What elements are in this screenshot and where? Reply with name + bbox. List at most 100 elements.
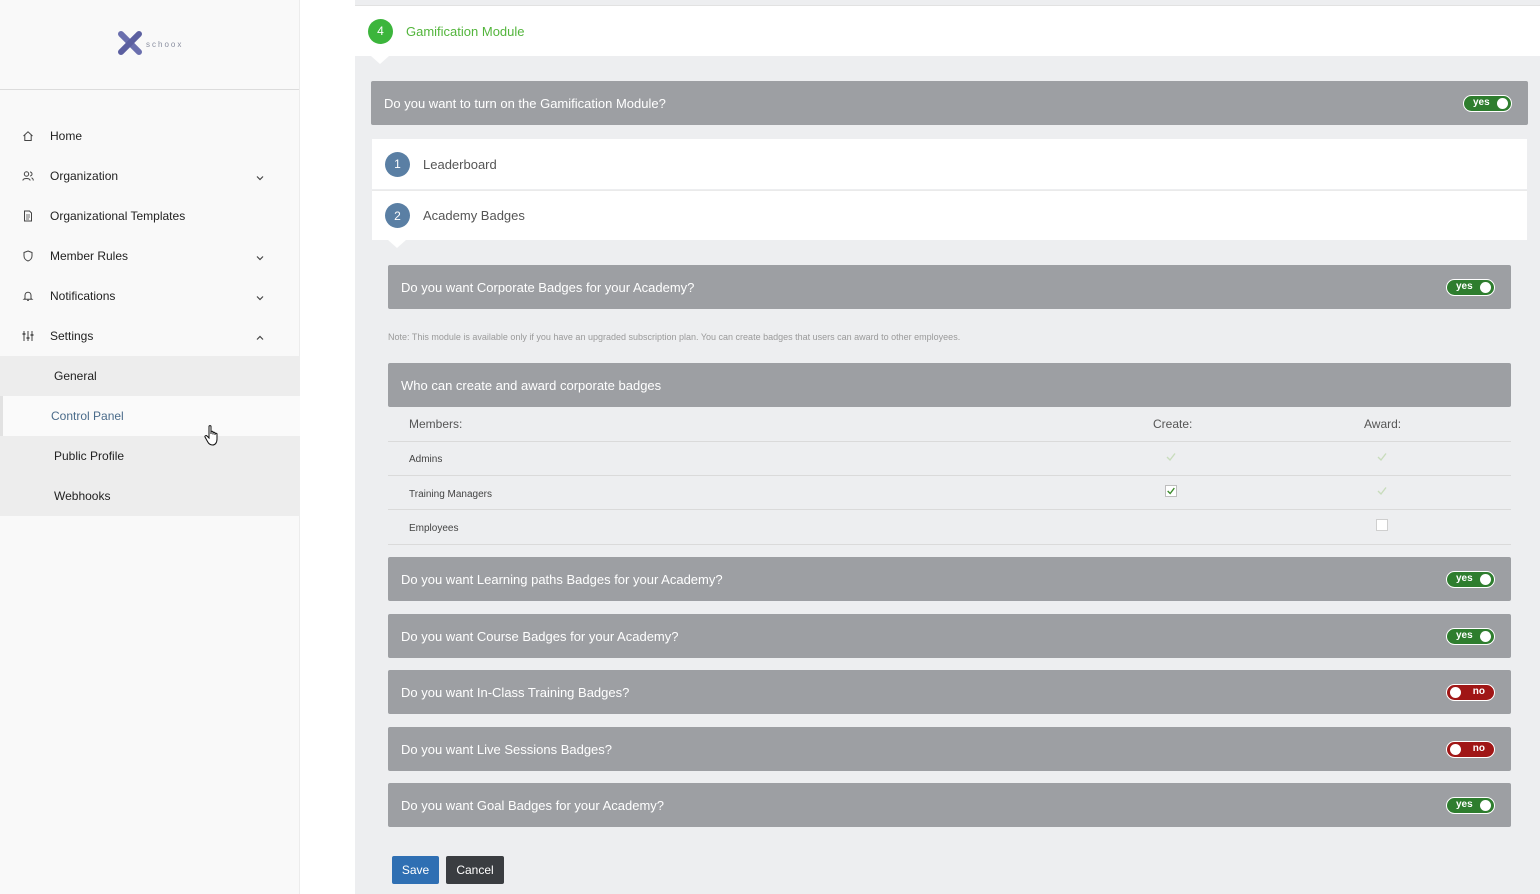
step-title: Academy Badges (423, 208, 525, 223)
sidebar-item-organizational-templates[interactable]: Organizational Templates (0, 196, 299, 236)
step-gamification-header[interactable]: 4 Gamification Module (355, 6, 1540, 56)
bar-question: Do you want Learning paths Badges for yo… (401, 571, 723, 587)
sidebar: schoox Home Organization Organizational … (0, 0, 300, 894)
corporate-badges-bar: Do you want Corporate Badges for your Ac… (388, 265, 1511, 309)
goal-badges-bar: Do you want Goal Badges for your Academy… (388, 783, 1511, 827)
logo[interactable]: schoox (117, 30, 183, 56)
document-icon (21, 209, 35, 223)
sidebar-item-member-rules[interactable]: Member Rules (0, 236, 299, 276)
step-academy-badges[interactable]: 2 Academy Badges (372, 190, 1527, 240)
sidebar-item-notifications[interactable]: Notifications (0, 276, 299, 316)
training-managers-award-checkbox[interactable] (1376, 485, 1388, 497)
toggle-label: no (1472, 743, 1485, 754)
col-award: Award: (1364, 417, 1402, 431)
chevron-down-icon (255, 170, 265, 188)
sidebar-sub-general[interactable]: General (0, 356, 300, 396)
toggle-label: yes (1473, 97, 1490, 108)
sidebar-sub-control-panel[interactable]: Control Panel (0, 396, 300, 436)
step-notch (388, 240, 406, 248)
bar-question: Do you want Corporate Badges for your Ac… (401, 279, 695, 295)
shield-icon (21, 249, 35, 263)
cancel-button[interactable]: Cancel (446, 856, 504, 884)
learning-paths-badges-toggle[interactable]: yes (1446, 571, 1495, 588)
member-name: Admins (409, 454, 443, 465)
toggle-knob (1497, 98, 1508, 109)
logo-wordmark: schoox (146, 39, 184, 49)
corporate-badges-toggle[interactable]: yes (1446, 279, 1495, 296)
table-row: Training Managers (388, 476, 1511, 510)
who-can-create-header: Who can create and award corporate badge… (388, 363, 1511, 407)
hand-cursor-icon (204, 425, 218, 446)
employees-award-checkbox[interactable] (1376, 519, 1388, 531)
step-number-badge: 1 (385, 151, 410, 177)
toggle-knob (1450, 744, 1461, 755)
toggle-label: yes (1456, 281, 1473, 292)
sliders-icon (21, 329, 35, 343)
live-sessions-badges-bar: Do you want Live Sessions Badges? no (388, 727, 1511, 771)
toggle-label: yes (1456, 799, 1473, 810)
toggle-label: no (1472, 686, 1485, 697)
sidebar-item-label: Organization (50, 169, 119, 183)
section-title: Who can create and award corporate badge… (401, 377, 662, 393)
step-title: Leaderboard (423, 156, 497, 172)
bell-icon (21, 289, 35, 303)
toggle-knob (1480, 631, 1491, 642)
admins-create-checkbox[interactable] (1165, 451, 1177, 463)
sidebar-item-organization[interactable]: Organization (0, 156, 299, 196)
toggle-knob (1480, 282, 1491, 293)
gamification-toggle-bar: Do you want to turn on the Gamification … (371, 81, 1528, 125)
col-members: Members: (409, 417, 463, 431)
chevron-down-icon (255, 290, 265, 308)
in-class-training-badges-toggle[interactable]: no (1446, 684, 1495, 701)
course-badges-toggle[interactable]: yes (1446, 628, 1495, 645)
logo-x-icon (118, 31, 142, 55)
step-number-badge: 4 (368, 18, 393, 44)
learning-paths-badges-bar: Do you want Learning paths Badges for yo… (388, 557, 1511, 601)
save-button[interactable]: Save (392, 856, 439, 884)
toggle-label: yes (1456, 630, 1473, 641)
goal-badges-toggle[interactable]: yes (1446, 797, 1495, 814)
sidebar-item-label: Notifications (50, 289, 116, 303)
chevron-down-icon (255, 250, 265, 268)
home-icon (21, 129, 35, 143)
logo-area: schoox (0, 0, 299, 90)
gamification-toggle[interactable]: yes (1463, 95, 1512, 112)
sidebar-item-label: Organizational Templates (50, 209, 186, 223)
gutter (300, 0, 355, 894)
chevron-up-icon (255, 330, 265, 348)
toggle-knob (1480, 800, 1491, 811)
main-content: 4 Gamification Module Do you want to tur… (355, 0, 1540, 894)
step-leaderboard[interactable]: 1 Leaderboard (372, 139, 1527, 189)
sidebar-sub-public-profile[interactable]: Public Profile (0, 436, 300, 476)
bar-question: Do you want Live Sessions Badges? (401, 741, 613, 757)
permissions-table-header: Members: Create: Award: (388, 407, 1511, 442)
live-sessions-badges-toggle[interactable]: no (1446, 741, 1495, 758)
sidebar-item-home[interactable]: Home (0, 116, 299, 156)
toggle-knob (1450, 687, 1461, 698)
step-notch (371, 56, 389, 64)
course-badges-bar: Do you want Course Badges for your Acade… (388, 614, 1511, 658)
admins-award-checkbox[interactable] (1376, 451, 1388, 463)
sidebar-item-label: Settings (50, 329, 94, 343)
sidebar-item-label: Home (50, 129, 83, 143)
bar-question: Do you want to turn on the Gamification … (384, 95, 666, 111)
toggle-label: yes (1456, 573, 1473, 584)
bar-question: Do you want In-Class Training Badges? (401, 684, 630, 700)
sidebar-item-label: Member Rules (50, 249, 129, 263)
sidebar-nav: Home Organization Organizational Templat… (0, 116, 300, 516)
sidebar-sub-webhooks[interactable]: Webhooks (0, 476, 300, 516)
in-class-training-badges-bar: Do you want In-Class Training Badges? no (388, 670, 1511, 714)
toggle-knob (1480, 574, 1491, 585)
table-row: Admins (388, 442, 1511, 476)
training-managers-create-checkbox[interactable] (1165, 485, 1177, 497)
table-row: Employees (388, 510, 1511, 545)
bar-question: Do you want Goal Badges for your Academy… (401, 797, 665, 813)
users-icon (21, 169, 35, 183)
sidebar-item-settings[interactable]: Settings (0, 316, 299, 356)
bar-question: Do you want Course Badges for your Acade… (401, 628, 679, 644)
col-create: Create: (1153, 417, 1193, 431)
member-name: Training Managers (409, 489, 493, 500)
step-title: Gamification Module (406, 23, 525, 39)
member-name: Employees (409, 523, 459, 534)
subscription-note: Note: This module is available only if y… (388, 332, 961, 342)
